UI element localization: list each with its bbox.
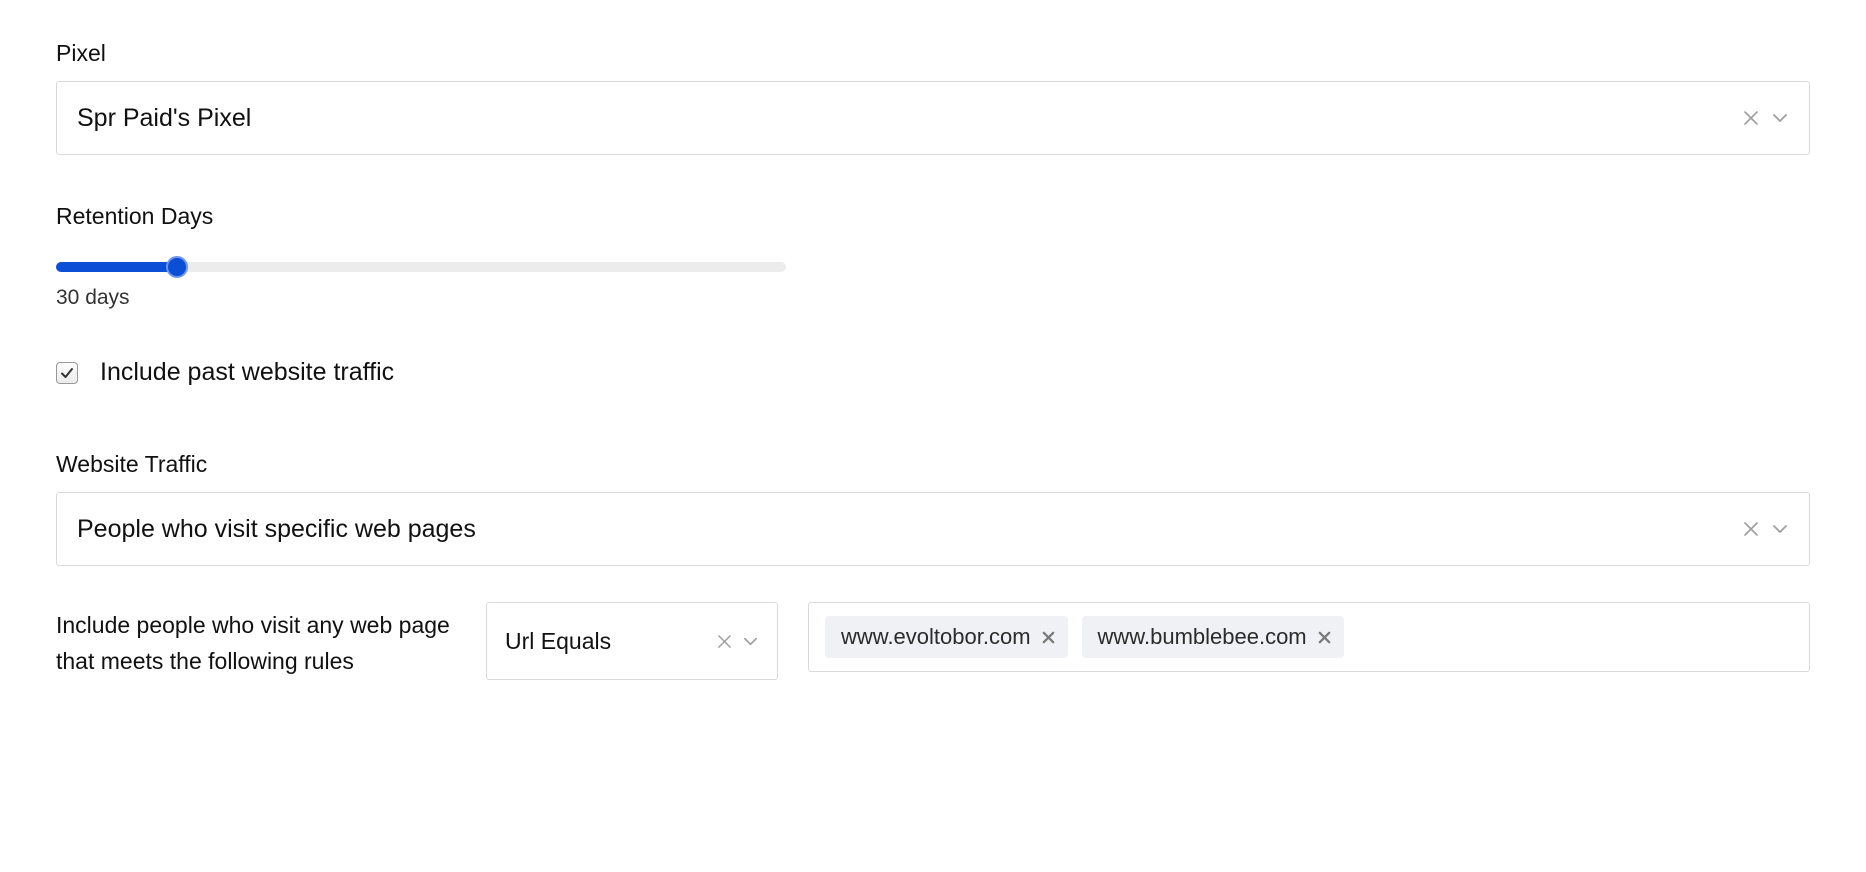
- url-tag-label: www.evoltobor.com: [841, 624, 1031, 650]
- form-root: Pixel Spr Paid's Pixel Retention Days 30…: [0, 0, 1866, 720]
- clear-icon[interactable]: [1743, 521, 1759, 537]
- close-icon[interactable]: [1317, 630, 1332, 645]
- website-traffic-value: People who visit specific web pages: [77, 515, 1743, 544]
- pixel-select[interactable]: Spr Paid's Pixel: [56, 81, 1810, 155]
- retention-caption: 30 days: [56, 286, 786, 310]
- include-past-row: Include past website traffic: [56, 358, 1810, 387]
- website-traffic-actions: [1743, 520, 1789, 538]
- rule-description: Include people who visit any web page th…: [56, 602, 456, 679]
- slider-thumb[interactable]: [166, 256, 188, 278]
- close-icon[interactable]: [1041, 630, 1056, 645]
- rule-condition-select[interactable]: Url Equals: [486, 602, 778, 680]
- pixel-select-actions: [1743, 109, 1789, 127]
- url-tag-label: www.bumblebee.com: [1098, 624, 1307, 650]
- rule-condition-value: Url Equals: [505, 628, 717, 655]
- url-tag: www.evoltobor.com: [825, 616, 1068, 658]
- url-tags-input[interactable]: www.evoltobor.com www.bumblebee.com: [808, 602, 1810, 672]
- clear-icon[interactable]: [717, 634, 732, 649]
- slider-fill: [56, 262, 177, 272]
- chevron-down-icon[interactable]: [742, 633, 759, 650]
- website-traffic-label: Website Traffic: [56, 451, 1810, 478]
- chevron-down-icon[interactable]: [1771, 109, 1789, 127]
- include-past-checkbox[interactable]: [56, 362, 78, 384]
- include-past-label: Include past website traffic: [100, 358, 394, 387]
- retention-slider[interactable]: 30 days: [56, 244, 786, 310]
- pixel-select-value: Spr Paid's Pixel: [77, 104, 1743, 133]
- retention-label: Retention Days: [56, 203, 1810, 230]
- pixel-label: Pixel: [56, 40, 1810, 67]
- clear-icon[interactable]: [1743, 110, 1759, 126]
- website-traffic-select[interactable]: People who visit specific web pages: [56, 492, 1810, 566]
- chevron-down-icon[interactable]: [1771, 520, 1789, 538]
- rule-condition-actions: [717, 633, 759, 650]
- slider-track[interactable]: [56, 262, 786, 272]
- url-tag: www.bumblebee.com: [1082, 616, 1344, 658]
- url-rule-row: Include people who visit any web page th…: [56, 602, 1810, 680]
